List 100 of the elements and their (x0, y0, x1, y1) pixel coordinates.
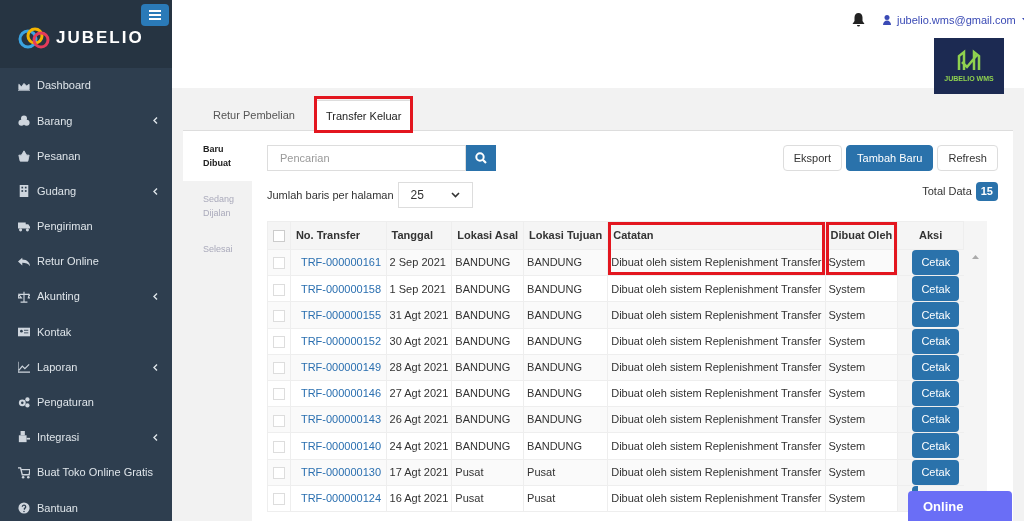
table-cell: System (825, 275, 898, 302)
table-cell: Dibuat oleh sistem Replenishment Transfer (607, 301, 826, 329)
print-button[interactable]: Cetak (912, 250, 960, 276)
table-cell: System (825, 459, 898, 486)
table-cell: Dibuat oleh sistem Replenishment Transfer (607, 459, 826, 486)
print-button[interactable]: Cetak (912, 328, 960, 354)
sidebar-item[interactable]: Bantuan (0, 490, 172, 521)
transfer-link[interactable]: TRF-000000161 (290, 249, 387, 276)
page-size-select[interactable]: 25 (397, 182, 473, 208)
table-cell: 27 Agt 2021 (386, 380, 452, 407)
transfer-link[interactable]: TRF-000000130 (290, 459, 387, 486)
table-cell: BANDUNG (523, 301, 608, 329)
table-cell: Pusat (523, 459, 608, 486)
table-cell: Dibuat oleh sistem Replenishment Transfer (607, 328, 826, 355)
table-cell: Dibuat oleh sistem Replenishment Transfer (607, 380, 826, 407)
checkbox[interactable] (272, 414, 285, 427)
table-cell: BANDUNG (523, 328, 608, 355)
table-cell: 30 Agt 2021 (386, 328, 452, 355)
sidebar-item[interactable]: Pengaturan (0, 384, 172, 420)
sidebar-item[interactable]: Dashboard (0, 68, 172, 104)
toolbar-button[interactable]: Eksport (782, 145, 843, 171)
checkbox[interactable] (272, 493, 285, 506)
transfer-link[interactable]: TRF-000000146 (290, 380, 387, 407)
sidebar-item[interactable]: Gudang (0, 173, 172, 209)
user-menu[interactable]: jubelio.wms@gmail.com (883, 12, 1024, 29)
status-tab[interactable]: Baru Dibuat (183, 131, 252, 181)
table-cell: BANDUNG (451, 275, 524, 302)
transfer-link[interactable]: TRF-000000124 (290, 485, 387, 512)
table-cell: BANDUNG (523, 249, 608, 276)
chat-status-toast[interactable]: Online (908, 491, 1012, 521)
chevron-left-icon (153, 363, 158, 371)
sidebar-item[interactable]: Laporan (0, 349, 172, 385)
table-cell: 31 Agt 2021 (386, 301, 452, 329)
search-field[interactable]: Pencarian (267, 145, 466, 171)
gears-icon (18, 396, 30, 409)
checkbox[interactable] (272, 466, 285, 479)
building-icon (18, 185, 30, 198)
sidebar-item[interactable]: Kontak (0, 314, 172, 350)
tab[interactable]: Retur Pembelian (203, 100, 305, 131)
table-cell: BANDUNG (451, 328, 524, 355)
checkbox[interactable] (272, 283, 285, 296)
basket-icon (18, 149, 30, 162)
transfer-link[interactable]: TRF-000000152 (290, 328, 387, 355)
sidebar-item[interactable]: Akunting (0, 279, 172, 315)
table-cell: Dibuat oleh sistem Replenishment Transfer (607, 432, 826, 459)
sidebar-item[interactable]: Integrasi (0, 419, 172, 456)
line-chart-icon (18, 361, 30, 374)
checkbox[interactable] (272, 257, 285, 270)
print-button[interactable]: Cetak (912, 407, 960, 433)
print-button[interactable]: Cetak (912, 276, 960, 302)
table-cell: Pusat (451, 485, 524, 512)
column-header: Tanggal (391, 229, 433, 242)
print-button[interactable]: Cetak (912, 433, 960, 459)
table-cell: 28 Agt 2021 (386, 354, 452, 381)
transfer-link[interactable]: TRF-000000149 (290, 354, 387, 381)
table-cell: System (825, 354, 898, 381)
table-cell: BANDUNG (451, 406, 524, 433)
print-button[interactable]: Cetak (912, 381, 960, 407)
chevron-icon (450, 192, 460, 198)
table-cell: System (825, 328, 898, 355)
table-cell: BANDUNG (523, 380, 608, 407)
bell-icon[interactable] (852, 13, 865, 27)
checkbox[interactable] (272, 336, 285, 348)
page-size-label: Jumlah baris per halaman (267, 187, 394, 203)
table-cell: Dibuat oleh sistem Replenishment Transfer (607, 485, 826, 512)
checkbox[interactable] (272, 388, 285, 401)
table-cell: System (825, 301, 898, 329)
checkbox[interactable] (272, 440, 285, 453)
print-button[interactable]: Cetak (912, 354, 960, 380)
column-header: Catatan (613, 229, 654, 242)
sidebar-item[interactable]: Pengiriman (0, 208, 172, 244)
transfer-link[interactable]: TRF-000000143 (290, 406, 387, 433)
toolbar-button[interactable]: Tambah Baru (846, 145, 934, 171)
transfer-link[interactable]: TRF-000000155 (290, 301, 387, 329)
user-email[interactable]: jubelio.wms@gmail.com (897, 12, 1016, 29)
transfer-link[interactable]: TRF-000000140 (290, 432, 387, 459)
total-count: 15 (975, 182, 998, 201)
table-cell: BANDUNG (451, 432, 524, 459)
print-button[interactable]: Cetak (912, 459, 960, 485)
user-icon (883, 15, 891, 26)
cart-icon (18, 466, 30, 479)
search-button[interactable] (466, 145, 496, 171)
scroll-up-icon[interactable] (972, 255, 980, 259)
checkbox[interactable] (272, 362, 285, 375)
logo-icon (18, 27, 50, 49)
toolbar-button[interactable]: Refresh (937, 145, 998, 171)
transfer-link[interactable]: TRF-000000158 (290, 275, 387, 302)
column-header: No. Transfer (295, 229, 361, 242)
checkbox[interactable] (272, 230, 285, 243)
help-icon (18, 501, 30, 514)
checkbox[interactable] (272, 309, 285, 322)
sidebar-item[interactable]: Pesanan (0, 138, 172, 174)
chevron-left-icon (153, 117, 158, 125)
sidebar-item[interactable]: Buat Toko Online Gratis (0, 455, 172, 491)
menu-button[interactable] (141, 4, 169, 26)
reply-icon (18, 255, 30, 268)
chevron-left-icon (153, 187, 158, 195)
sidebar-item[interactable]: Barang (0, 103, 172, 139)
print-button[interactable]: Cetak (912, 302, 960, 328)
sidebar-item[interactable]: Retur Online (0, 243, 172, 280)
